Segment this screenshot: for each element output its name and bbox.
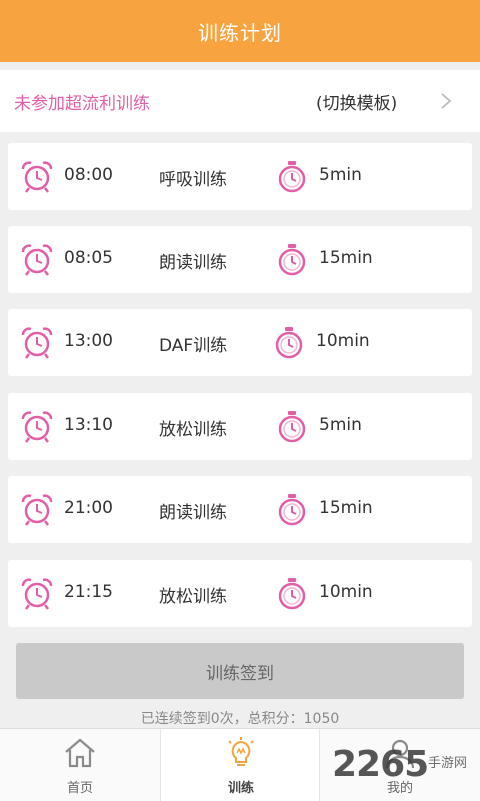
schedule-name: DAF训练 xyxy=(159,336,228,356)
plan-status-text: 未参加超流利训练 xyxy=(14,93,150,114)
schedule-name: 呼吸训练 xyxy=(159,170,227,190)
header-bar: 训练计划 xyxy=(0,0,480,62)
watermark-sub: 手游网 xyxy=(428,756,468,771)
switch-template-link[interactable]: (切换模板) xyxy=(316,89,397,114)
schedule-time: 13:10 xyxy=(64,415,113,435)
stopwatch-icon xyxy=(278,578,306,610)
chevron-right-icon xyxy=(441,93,452,109)
tab-home[interactable]: 首页 xyxy=(0,729,160,801)
tab-label: 首页 xyxy=(66,781,93,796)
schedule-time: 21:15 xyxy=(64,582,113,602)
schedule-time: 08:00 xyxy=(64,165,113,185)
stopwatch-icon xyxy=(278,494,306,526)
alarm-clock-icon xyxy=(21,327,53,359)
page-title: 训练计划 xyxy=(198,20,282,45)
schedule-name: 朗读训练 xyxy=(159,503,227,523)
schedule-name: 放松训练 xyxy=(159,587,227,607)
stopwatch-icon xyxy=(278,244,306,276)
lightbulb-icon xyxy=(228,737,254,766)
stopwatch-icon xyxy=(278,161,306,193)
schedule-row[interactable]: 13:10 放松训练 5min xyxy=(8,393,472,460)
alarm-clock-icon xyxy=(21,411,53,443)
watermark-brand: 2265 xyxy=(332,744,429,785)
schedule-name: 放松训练 xyxy=(159,420,227,440)
template-switch-row[interactable]: 未参加超流利训练 (切换模板) xyxy=(0,70,480,132)
home-icon xyxy=(65,738,95,768)
training-signin-button[interactable]: 训练签到 xyxy=(16,643,464,699)
schedule-row[interactable]: 21:15 放松训练 10min xyxy=(8,560,472,627)
alarm-clock-icon xyxy=(21,244,53,276)
schedule-row[interactable]: 08:05 朗读训练 15min xyxy=(8,226,472,293)
schedule-duration: 15min xyxy=(319,248,373,268)
alarm-clock-icon xyxy=(21,578,53,610)
schedule-duration: 5min xyxy=(319,415,362,435)
stopwatch-icon xyxy=(275,327,303,359)
schedule-duration: 10min xyxy=(316,331,370,351)
tab-label: 训练 xyxy=(227,781,254,796)
schedule-duration: 5min xyxy=(319,165,362,185)
alarm-clock-icon xyxy=(21,494,53,526)
schedule-row[interactable]: 13:00 DAF训练 10min xyxy=(8,309,472,376)
schedule-duration: 15min xyxy=(319,498,373,518)
alarm-clock-icon xyxy=(21,161,53,193)
signin-streak-text: 已连续签到0次，总积分：1050 xyxy=(140,711,340,727)
schedule-row[interactable]: 21:00 朗读训练 15min xyxy=(8,476,472,543)
schedule-duration: 10min xyxy=(319,582,373,602)
schedule-time: 21:00 xyxy=(64,498,113,518)
tab-training[interactable]: 训练 xyxy=(160,729,320,801)
stopwatch-icon xyxy=(278,411,306,443)
schedule-row[interactable]: 08:00 呼吸训练 5min xyxy=(8,143,472,210)
schedule-time: 13:00 xyxy=(64,331,113,351)
schedule-name: 朗读训练 xyxy=(159,253,227,273)
schedule-time: 08:05 xyxy=(64,248,113,268)
